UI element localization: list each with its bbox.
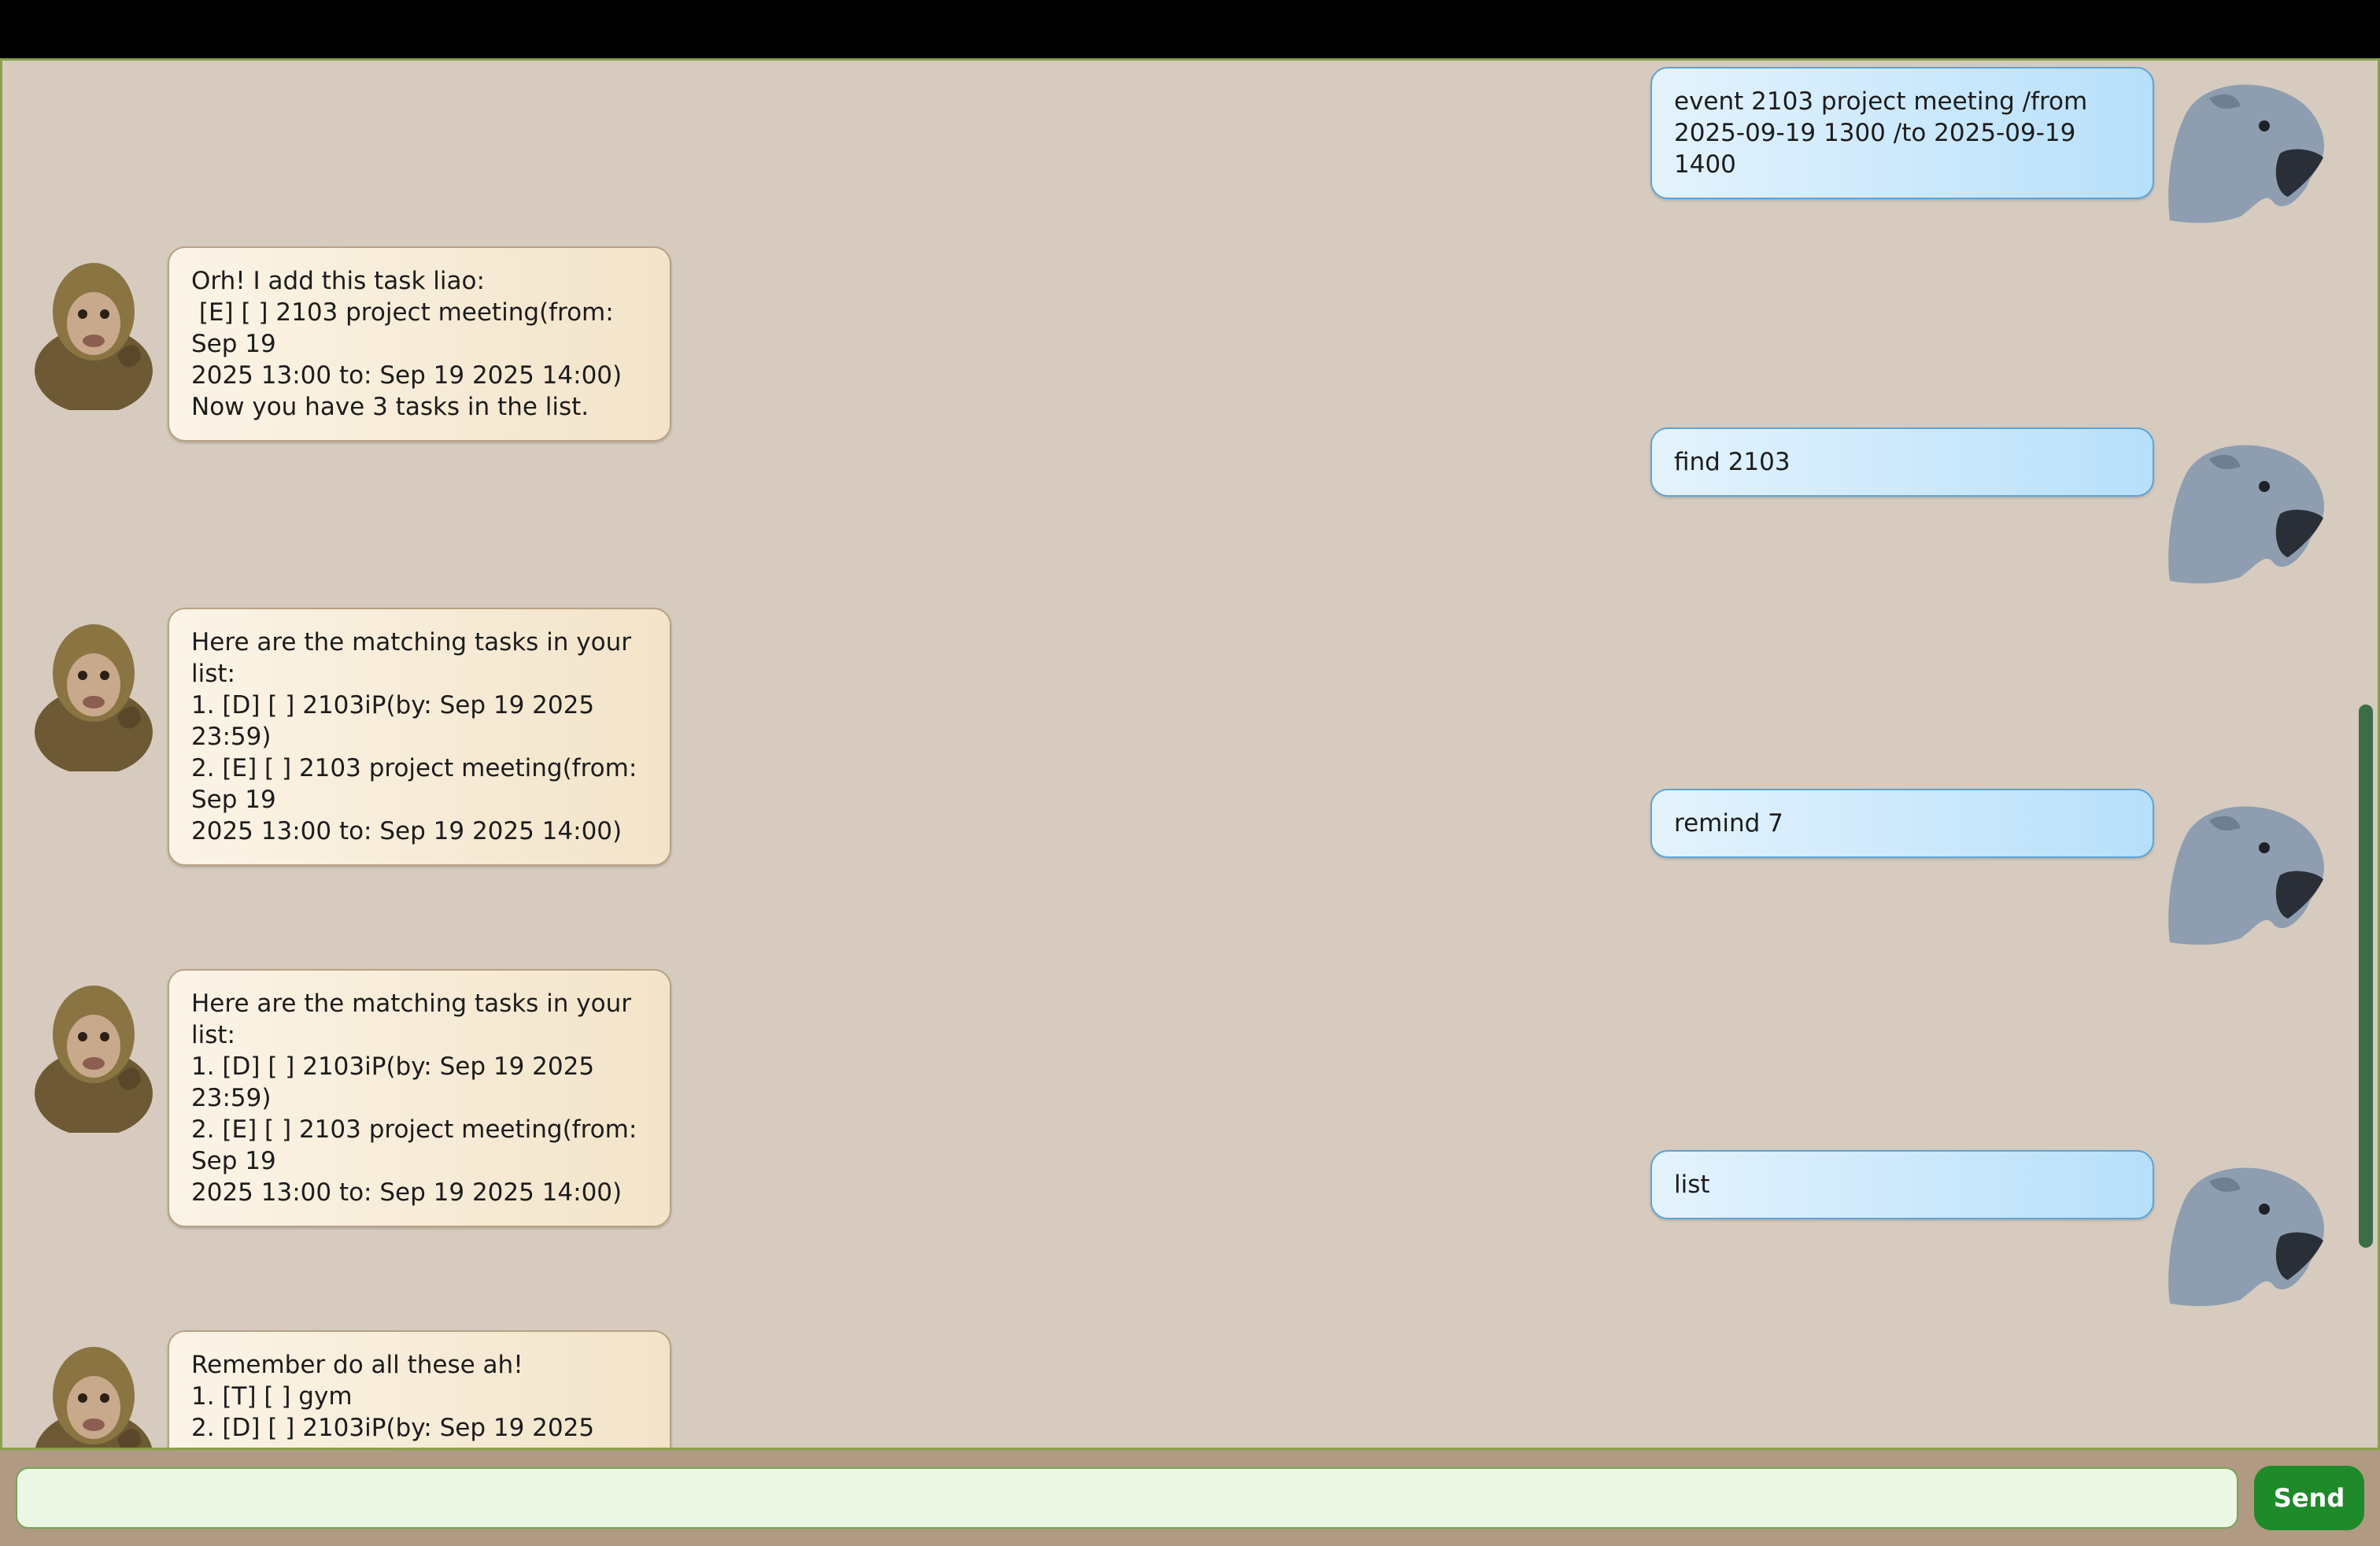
lion-avatar-icon	[2168, 445, 2324, 584]
lion-avatar-icon	[2168, 1167, 2324, 1307]
vertical-scrollbar[interactable]	[2359, 61, 2373, 1448]
monkey-avatar-icon	[35, 1347, 152, 1448]
scrollbar-thumb[interactable]	[2359, 705, 2373, 1248]
bot-message-bubble: Remember do all these ah! 1. [T] [ ] gym…	[168, 1330, 671, 1448]
monkey-avatar-icon	[35, 986, 153, 1133]
bot-message-bubble: Here are the matching tasks in your list…	[168, 969, 671, 1227]
monkey-avatar-icon	[35, 624, 153, 771]
send-button[interactable]: Send	[2254, 1466, 2364, 1530]
bot-message-bubble: Here are the matching tasks in your list…	[168, 608, 671, 866]
input-bar: Send	[0, 1450, 2380, 1546]
user-message-bubble: list	[1650, 1150, 2154, 1219]
user-message-bubble: find 2103	[1650, 427, 2154, 497]
lion-avatar-icon	[2168, 84, 2324, 224]
lion-avatar-icon	[2168, 806, 2324, 945]
monkey-avatar-icon	[35, 263, 153, 410]
message-input[interactable]	[16, 1467, 2238, 1529]
user-message-bubble: event 2103 project meeting /from 2025-09…	[1650, 67, 2154, 199]
bot-message-bubble: Orh! I add this task liao: [E] [ ] 2103 …	[168, 246, 671, 442]
user-message-bubble: remind 7	[1650, 789, 2154, 858]
window-top-bar	[0, 0, 2380, 58]
chat-scroll-pane[interactable]: event 2103 project meeting /from 2025-09…	[0, 58, 2380, 1450]
